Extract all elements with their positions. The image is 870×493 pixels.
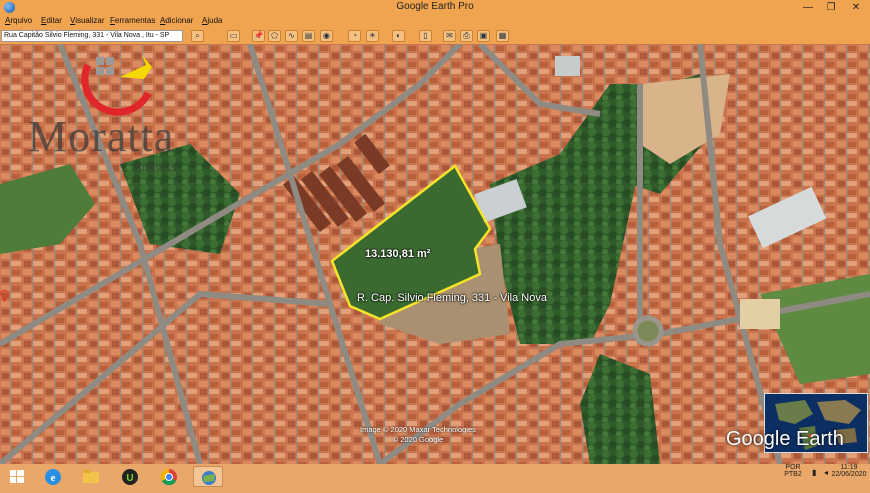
close-button[interactable]: ✕: [845, 0, 867, 15]
ruler-icon[interactable]: ▯: [419, 30, 432, 42]
svg-text:U: U: [126, 473, 133, 484]
restore-button[interactable]: ❐: [820, 0, 842, 15]
chrome-icon[interactable]: [154, 466, 184, 487]
moratta-watermark: Moratta Imóveis: [28, 53, 203, 183]
menu-adicionar[interactable]: Adicionar: [160, 16, 193, 25]
place-label[interactable]: R. Cap. Silvio Fleming, 331 - Vila Nova: [357, 292, 547, 304]
sidebar-icon[interactable]: ▭: [227, 30, 240, 42]
file-explorer-icon[interactable]: [76, 466, 106, 487]
print-icon[interactable]: ⎙: [460, 30, 473, 42]
menu-bar: Arquivo Editar Visualizar Ferramentas Ad…: [0, 15, 870, 28]
start-button[interactable]: [6, 466, 28, 487]
minimize-button[interactable]: —: [797, 0, 819, 15]
placemark-icon[interactable]: 📌: [252, 30, 265, 42]
utorrent-icon[interactable]: U: [115, 466, 145, 487]
svg-text:e: e: [51, 472, 56, 484]
overlay-icon[interactable]: ▤: [302, 30, 315, 42]
menu-ajuda[interactable]: Ajuda: [202, 16, 222, 25]
maps-icon[interactable]: ▦: [496, 30, 509, 42]
email-icon[interactable]: ✉: [443, 30, 456, 42]
volume-icon[interactable]: ◂: [824, 468, 828, 477]
title-bar: Google Earth Pro — ❐ ✕: [0, 0, 870, 15]
copyright-line-2: © 2020 Google: [392, 435, 444, 444]
internet-explorer-icon[interactable]: e: [38, 466, 68, 487]
google-earth-logo: Google Earth: [726, 428, 844, 450]
google-earth-task-button[interactable]: [193, 466, 223, 487]
tour-icon[interactable]: ◉: [320, 30, 333, 42]
map-view[interactable]: Moratta Imóveis 13.130,81 m² R. Cap. Sil…: [0, 44, 870, 464]
window-title: Google Earth Pro: [396, 1, 474, 12]
area-label: 13.130,81 m²: [365, 248, 431, 260]
planets-icon[interactable]: ◐: [392, 30, 405, 42]
path-icon[interactable]: ∿: [285, 30, 298, 42]
placemark-pin-icon[interactable]: [0, 289, 9, 302]
language-indicator[interactable]: POR PTB2: [782, 464, 804, 478]
save-image-icon[interactable]: ▣: [477, 30, 490, 42]
menu-ferramentas[interactable]: Ferramentas: [110, 16, 155, 25]
windows-logo-icon: [10, 470, 24, 483]
menu-editar[interactable]: Editar: [41, 16, 62, 25]
historical-imagery-icon[interactable]: ◔: [348, 30, 361, 42]
menu-visualizar[interactable]: Visualizar: [70, 16, 105, 25]
brand-sub: Imóveis: [134, 159, 176, 174]
polygon-icon[interactable]: ⬠: [268, 30, 281, 42]
menu-arquivo[interactable]: Arquivo: [5, 16, 32, 25]
system-clock[interactable]: 11:19 22/06/2020: [830, 464, 868, 478]
brand-name: Moratta: [28, 112, 175, 161]
toolbar: Rua Capitão Silvio Fleming, 331 - Vila N…: [0, 28, 870, 44]
search-input[interactable]: Rua Capitão Silvio Fleming, 331 - Vila N…: [1, 30, 183, 42]
search-icon[interactable]: ⌕: [191, 30, 204, 42]
imagery-copyright: Image © 2020 Maxar Technologies © 2020 G…: [360, 425, 476, 445]
network-icon[interactable]: ▮: [812, 468, 816, 477]
sun-icon[interactable]: ☀: [366, 30, 379, 42]
copyright-line-1: Image © 2020 Maxar Technologies: [360, 425, 476, 434]
windows-taskbar: e U POR PTB2 ▮ ◂ 11:19 22/06/2020: [0, 464, 870, 489]
